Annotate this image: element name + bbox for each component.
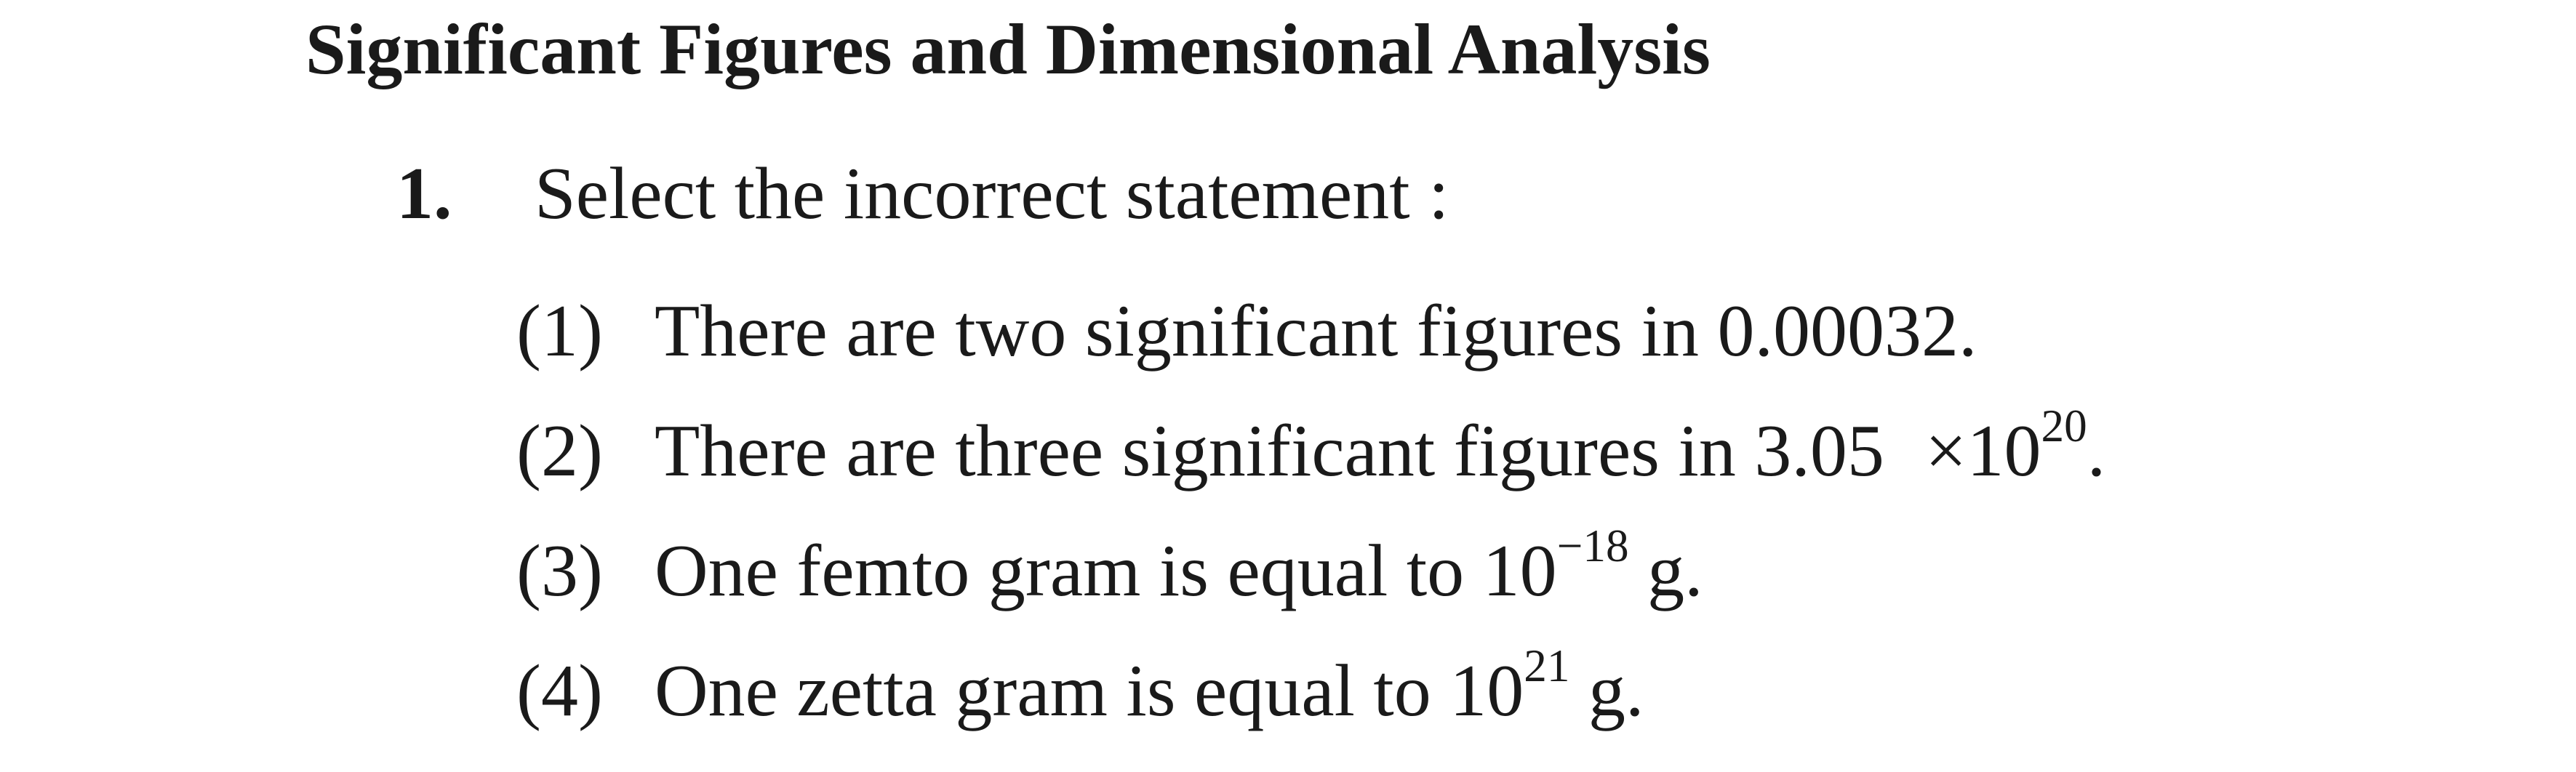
option-1[interactable]: (1) There are two significant figures in… <box>516 287 2105 407</box>
exponent: 20 <box>2041 400 2087 451</box>
option-label: (3) <box>516 530 603 612</box>
document-page: Significant Figures and Dimensional Anal… <box>0 0 2576 772</box>
option-text: There are two significant figures in 0.0… <box>655 290 1977 372</box>
option-label: (4) <box>516 650 603 732</box>
option-4[interactable]: (4) One zetta gram is equal to 1021 g. <box>516 640 2105 767</box>
section-heading: Significant Figures and Dimensional Anal… <box>305 9 1711 89</box>
option-text: One zetta gram is equal to 1021 g. <box>655 640 1644 732</box>
option-text: There are three significant figures in 3… <box>655 400 2106 492</box>
question-prompt: Select the incorrect statement : <box>535 153 1449 235</box>
answer-options: (1) There are two significant figures in… <box>516 287 2105 767</box>
option-text: One femto gram is equal to 10−18 g. <box>655 520 1703 612</box>
option-label: (1) <box>516 290 603 372</box>
exponent: −18 <box>1556 520 1629 571</box>
option-label: (2) <box>516 410 603 492</box>
times-sign: × <box>1924 410 1967 492</box>
question-number: 1. <box>396 153 452 235</box>
question-1: 1. Select the incorrect statement : <box>396 150 1449 238</box>
option-2[interactable]: (2) There are three significant figures … <box>516 400 2106 527</box>
exponent: 21 <box>1524 640 1570 691</box>
option-3[interactable]: (3) One femto gram is equal to 10−18 g. <box>516 520 2105 647</box>
